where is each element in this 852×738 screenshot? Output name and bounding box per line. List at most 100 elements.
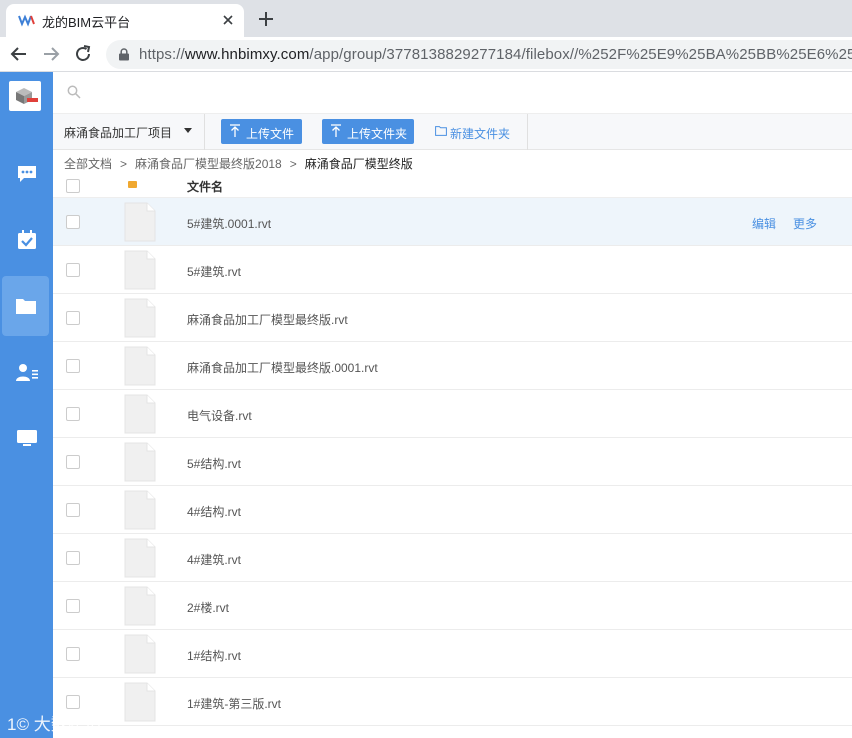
new-folder-button[interactable]: 新建文件夹 [433, 119, 527, 144]
tab-close-icon[interactable] [218, 10, 238, 30]
app-logo[interactable] [9, 81, 41, 111]
upload-arrow-icon [331, 124, 341, 137]
file-name[interactable]: 2#楼.rvt [187, 599, 229, 616]
sidebar-item-members[interactable] [0, 342, 53, 402]
file-row[interactable]: 麻涌食品加工厂模型最终版.rvt [53, 294, 852, 342]
file-icon [124, 250, 156, 290]
row-checkbox[interactable] [66, 263, 80, 277]
file-icon [124, 394, 156, 434]
app-sidebar [0, 72, 53, 738]
lock-icon [119, 48, 129, 61]
user-list-icon [15, 364, 38, 381]
upload-folder-button[interactable]: 上传文件夹 [322, 119, 414, 144]
breadcrumb-separator: > [120, 157, 128, 171]
file-row[interactable]: 2#楼.rvt [53, 582, 852, 630]
row-checkbox[interactable] [66, 407, 80, 421]
breadcrumb: 全部文档 > 麻涌食品厂模型最终版2018 > 麻涌食品厂模型终版 [64, 155, 413, 171]
tab-title: 龙的BIM云平台 [42, 15, 131, 30]
url-text: https://www.hnbimxy.com/app/group/377813… [139, 46, 852, 63]
project-selector[interactable]: 麻涌食品加工厂项目 [53, 114, 205, 150]
file-row[interactable]: 4#建筑.rvt [53, 534, 852, 582]
file-list-header: 文件名 [53, 172, 852, 198]
watermark: 1© 大数跨境 [7, 710, 102, 735]
file-name[interactable]: 麻涌食品加工厂模型最终版.rvt [187, 311, 348, 328]
file-icon [124, 682, 156, 722]
file-row[interactable]: 1#结构.rvt [53, 630, 852, 678]
row-checkbox[interactable] [66, 311, 80, 325]
file-icon [124, 298, 156, 338]
sidebar-item-messages[interactable] [0, 144, 53, 204]
calendar-check-icon [17, 230, 36, 249]
file-name[interactable]: 5#建筑.0001.rvt [187, 215, 271, 232]
file-icon [124, 202, 156, 242]
sidebar-item-tasks[interactable] [0, 210, 53, 270]
upload-file-label: 上传文件 [246, 127, 295, 141]
file-name[interactable]: 4#建筑.rvt [187, 551, 241, 568]
breadcrumb-separator: > [289, 157, 297, 171]
file-icon [124, 586, 156, 626]
search-icon[interactable] [67, 85, 81, 99]
watermark-logo-icon: 1© [7, 715, 29, 734]
file-name[interactable]: 1#建筑-第三版.rvt [187, 695, 281, 712]
chat-icon [17, 166, 36, 182]
file-name[interactable]: 麻涌食品加工厂模型最终版.0001.rvt [187, 359, 378, 376]
action-bar: 麻涌食品加工厂项目 上传文件 上传文件夹 新建文件夹 [53, 114, 852, 150]
caret-down-icon [184, 128, 192, 133]
row-checkbox[interactable] [66, 599, 80, 613]
divider [527, 114, 528, 150]
folder-outline-icon [435, 126, 447, 136]
breadcrumb-all-docs[interactable]: 全部文档 [64, 157, 112, 171]
breadcrumb-current-folder: 麻涌食品厂模型终版 [304, 157, 413, 171]
name-column-header[interactable]: 文件名 [187, 178, 223, 195]
folder-icon [15, 299, 36, 314]
search-bar[interactable] [53, 72, 852, 114]
project-name: 麻涌食品加工厂项目 [64, 126, 173, 140]
file-name[interactable]: 4#结构.rvt [187, 503, 241, 520]
browser-toolbar: https://www.hnbimxy.com/app/group/377813… [0, 37, 852, 72]
file-row[interactable]: 5#建筑.rvt [53, 246, 852, 294]
select-all-checkbox[interactable] [66, 179, 80, 193]
file-row[interactable]: 4#结构.rvt [53, 486, 852, 534]
row-checkbox[interactable] [66, 359, 80, 373]
file-name[interactable]: 5#结构.rvt [187, 455, 241, 472]
new-folder-label: 新建文件夹 [450, 127, 511, 141]
watermark-text: 大数跨境 [33, 715, 102, 734]
browser-tab[interactable]: 龙的BIM云平台 [6, 4, 244, 37]
sidebar-item-display[interactable] [0, 408, 53, 468]
edit-link[interactable]: 编辑 [752, 215, 776, 232]
logo-cube-icon [16, 88, 38, 104]
file-name[interactable]: 5#建筑.rvt [187, 263, 241, 280]
file-icon [124, 490, 156, 530]
browser-tabstrip: 龙的BIM云平台 [0, 0, 852, 37]
upload-file-button[interactable]: 上传文件 [221, 119, 302, 144]
file-icon [124, 538, 156, 578]
row-checkbox[interactable] [66, 215, 80, 229]
file-icon [124, 346, 156, 386]
file-row[interactable]: 5#建筑.0001.rvt 编辑 更多 [53, 198, 852, 246]
file-name[interactable]: 电气设备.rvt [187, 407, 252, 424]
row-checkbox[interactable] [66, 455, 80, 469]
reload-icon[interactable] [71, 42, 95, 66]
upload-folder-label: 上传文件夹 [347, 127, 408, 141]
breadcrumb-parent-folder[interactable]: 麻涌食品厂模型最终版2018 [135, 157, 282, 171]
file-icon [124, 442, 156, 482]
address-bar[interactable]: https://www.hnbimxy.com/app/group/377813… [106, 40, 852, 69]
row-checkbox[interactable] [66, 503, 80, 517]
file-name[interactable]: 1#结构.rvt [187, 647, 241, 664]
main-content: 麻涌食品加工厂项目 上传文件 上传文件夹 新建文件夹 全部文档 > 麻涌食品厂模… [53, 72, 852, 738]
forward-arrow-icon[interactable] [39, 42, 63, 66]
file-row[interactable]: 5#结构.rvt [53, 438, 852, 486]
more-link[interactable]: 更多 [793, 215, 817, 232]
row-checkbox[interactable] [66, 647, 80, 661]
file-icon [124, 634, 156, 674]
row-checkbox[interactable] [66, 551, 80, 565]
file-row[interactable]: 1#建筑-第三版.rvt [53, 678, 852, 726]
file-row[interactable]: 电气设备.rvt [53, 390, 852, 438]
file-row[interactable]: 麻涌食品加工厂模型最终版.0001.rvt [53, 342, 852, 390]
row-checkbox[interactable] [66, 695, 80, 709]
file-list: 5#建筑.0001.rvt 编辑 更多 5#建筑.rvt 麻涌食品加工厂模型最终… [53, 198, 852, 726]
file-type-icon [128, 181, 137, 188]
new-tab-icon[interactable] [254, 7, 278, 31]
back-arrow-icon[interactable] [7, 42, 31, 66]
sidebar-item-files[interactable] [2, 276, 49, 336]
